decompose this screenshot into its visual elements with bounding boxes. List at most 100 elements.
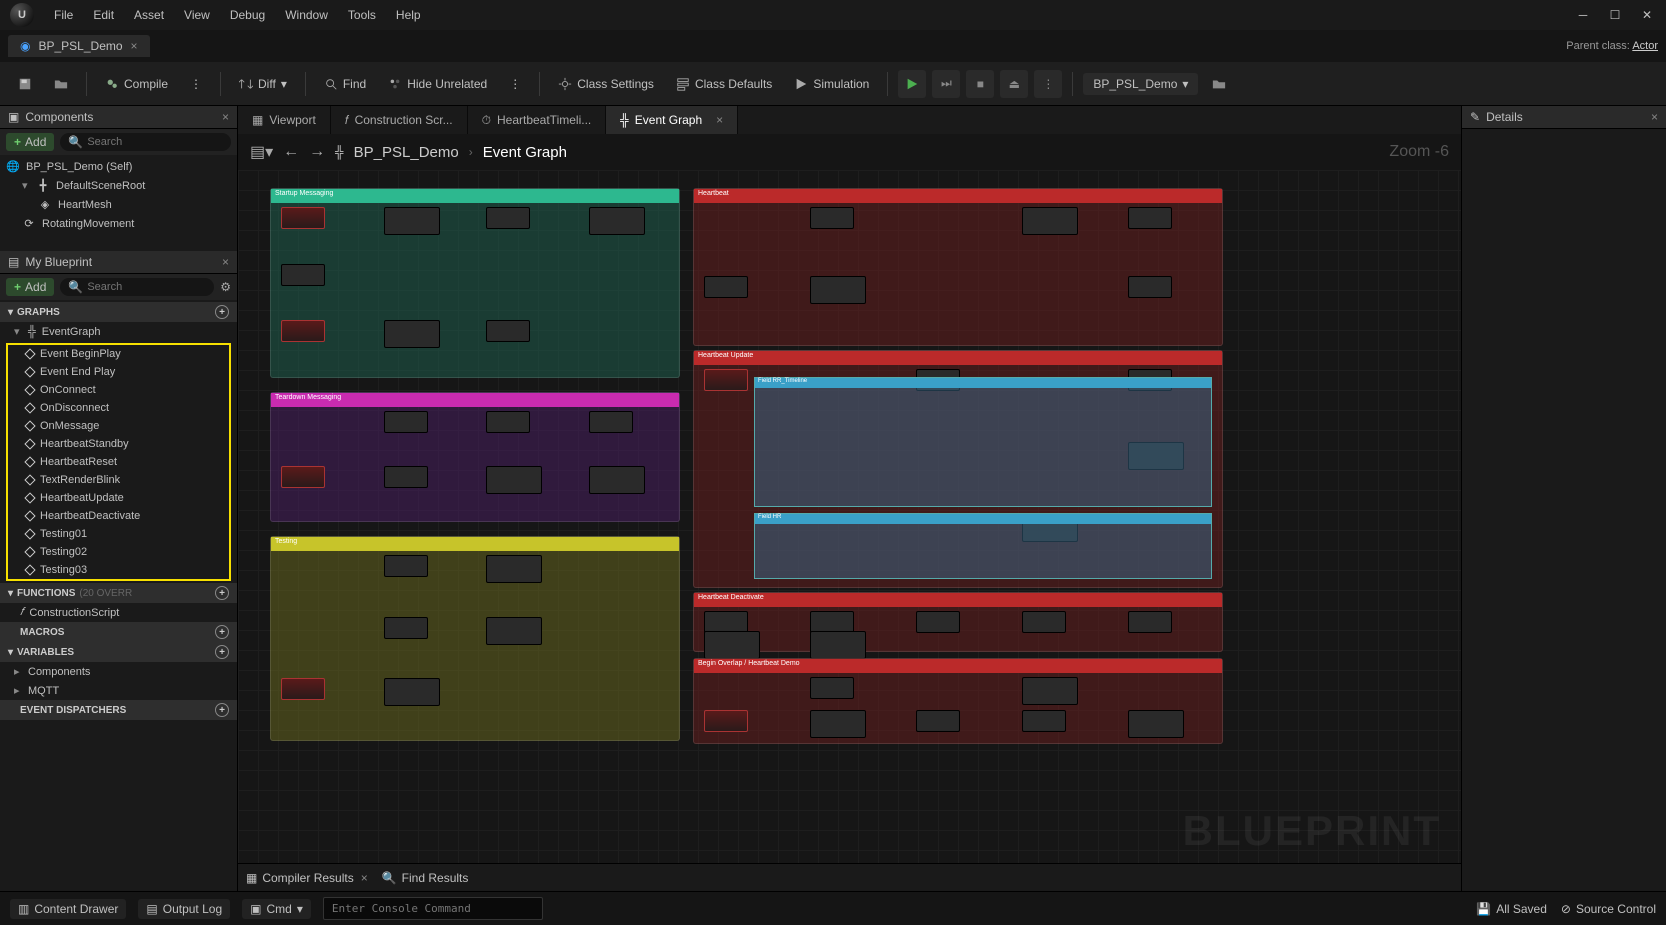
close-icon[interactable]: × [716, 113, 723, 127]
class-settings-button[interactable]: Class Settings [550, 73, 662, 95]
graph-node[interactable] [384, 617, 428, 639]
graph-node[interactable] [384, 466, 428, 488]
components-search[interactable]: 🔍 [60, 133, 231, 151]
comment-box[interactable]: Startup Messaging [270, 188, 680, 378]
compile-button[interactable]: Compile [97, 73, 176, 95]
event-item[interactable]: Event End Play [8, 363, 229, 381]
graph-node[interactable] [384, 555, 428, 577]
event-item[interactable]: HeartbeatUpdate [8, 489, 229, 507]
graph-node[interactable] [916, 710, 960, 732]
graph-node[interactable] [1128, 611, 1172, 633]
graph-node[interactable] [589, 411, 633, 433]
debug-object-dropdown[interactable]: BP_PSL_Demo ▾ [1083, 73, 1198, 95]
cmd-button[interactable]: ▣Cmd ▾ [242, 899, 311, 919]
component-item-heartmesh[interactable]: ◈HeartMesh [0, 195, 237, 214]
save-button[interactable] [10, 73, 40, 95]
breadcrumb-root[interactable]: BP_PSL_Demo [354, 144, 459, 161]
event-item[interactable]: HeartbeatReset [8, 453, 229, 471]
compiler-results-close-button[interactable]: × [361, 871, 368, 885]
center-tab[interactable]: ⏱HeartbeatTimeli... [468, 106, 607, 134]
event-item[interactable]: Testing03 [8, 561, 229, 579]
components-panel-close-button[interactable]: × [222, 110, 229, 124]
parent-class-link[interactable]: Actor [1632, 40, 1658, 52]
play-options-button[interactable]: ⋮ [1034, 70, 1062, 98]
graph-node[interactable] [589, 466, 645, 494]
gear-icon[interactable]: ⚙ [220, 280, 231, 294]
asset-tab[interactable]: ◉ BP_PSL_Demo × [8, 35, 150, 57]
graph-node[interactable] [704, 631, 760, 659]
menu-asset[interactable]: Asset [134, 8, 164, 22]
hide-unrelated-button[interactable]: Hide Unrelated [380, 73, 495, 95]
variables-section-header[interactable]: ▾VARIABLES + [0, 642, 237, 662]
diff-button[interactable]: Diff ▾ [231, 73, 295, 95]
graph-node[interactable] [810, 710, 866, 738]
play-button[interactable] [898, 70, 926, 98]
my-blueprint-add-button[interactable]: +Add [6, 278, 54, 296]
details-panel-close-button[interactable]: × [1651, 110, 1658, 124]
event-graph-item[interactable]: ▾ ╬ EventGraph [0, 322, 237, 341]
graph-node[interactable] [1128, 207, 1172, 229]
graph-node[interactable] [1128, 276, 1172, 298]
menu-tools[interactable]: Tools [348, 8, 376, 22]
menu-file[interactable]: File [54, 8, 73, 22]
add-function-button[interactable]: + [215, 586, 229, 600]
component-item-self[interactable]: 🌐BP_PSL_Demo (Self) [0, 157, 237, 176]
source-control-status[interactable]: ⊘Source Control [1561, 902, 1656, 916]
graph-node[interactable] [1128, 710, 1184, 738]
graph-node[interactable] [486, 617, 542, 645]
event-item[interactable]: Testing01 [8, 525, 229, 543]
macros-section-header[interactable]: MACROS + [0, 622, 237, 642]
graphs-section-header[interactable]: ▾GRAPHS + [0, 302, 237, 322]
my-blueprint-search-input[interactable] [87, 281, 206, 293]
add-dispatcher-button[interactable]: + [215, 703, 229, 717]
components-search-input[interactable] [87, 136, 223, 148]
graph-node[interactable] [281, 320, 325, 342]
graph-node[interactable] [384, 320, 440, 348]
graph-node[interactable] [486, 207, 530, 229]
event-item[interactable]: OnDisconnect [8, 399, 229, 417]
details-panel-tab[interactable]: ✎ Details × [1462, 106, 1666, 129]
event-item[interactable]: TextRenderBlink [8, 471, 229, 489]
compiler-results-tab[interactable]: ▦ Compiler Results × [246, 871, 368, 885]
locate-debug-object-button[interactable] [1204, 73, 1234, 95]
breadcrumb-dropdown-button[interactable]: ▤▾ [250, 142, 273, 162]
graph-node[interactable] [486, 466, 542, 494]
event-dispatchers-section-header[interactable]: EVENT DISPATCHERS + [0, 700, 237, 720]
step-button[interactable]: ⏭ [932, 70, 960, 98]
my-blueprint-search[interactable]: 🔍 [60, 278, 214, 296]
class-defaults-button[interactable]: Class Defaults [668, 73, 780, 95]
comment-box[interactable]: Heartbeat Deactivate [693, 592, 1223, 652]
graph-node[interactable] [281, 264, 325, 286]
all-saved-status[interactable]: 💾All Saved [1476, 902, 1547, 916]
variable-group-mqtt[interactable]: ▸MQTT [0, 681, 237, 700]
compile-options-button[interactable]: ⋮ [182, 73, 210, 95]
menu-help[interactable]: Help [396, 8, 421, 22]
find-results-tab[interactable]: 🔍 Find Results [382, 871, 469, 885]
asset-tab-close-button[interactable]: × [131, 39, 138, 53]
graph-node[interactable] [916, 611, 960, 633]
component-item-scene-root[interactable]: ▾╋DefaultSceneRoot [0, 176, 237, 195]
graph-node[interactable] [1022, 611, 1066, 633]
sub-comment-box[interactable]: Field HR [754, 513, 1212, 579]
graph-node[interactable] [486, 411, 530, 433]
graph-node[interactable] [384, 207, 440, 235]
graph-node[interactable] [281, 207, 325, 229]
graph-node[interactable] [486, 320, 530, 342]
graph-node[interactable] [1022, 207, 1078, 235]
window-close-button[interactable]: ✕ [1638, 6, 1656, 24]
comment-box[interactable]: Teardown Messaging [270, 392, 680, 522]
output-log-button[interactable]: ▤Output Log [138, 899, 230, 919]
graph-node[interactable] [704, 276, 748, 298]
eject-button[interactable]: ⏏ [1000, 70, 1028, 98]
graph-node[interactable] [1022, 710, 1066, 732]
breadcrumb-current[interactable]: Event Graph [483, 144, 567, 161]
comment-box[interactable]: Begin Overlap / Heartbeat Demo [693, 658, 1223, 744]
find-button[interactable]: Find [316, 73, 374, 95]
center-tab[interactable]: ╬Event Graph× [606, 106, 738, 134]
graph-node[interactable] [281, 678, 325, 700]
comment-box[interactable]: Heartbeat UpdateField RR_TimelineField H… [693, 350, 1223, 588]
graph-node[interactable] [810, 677, 854, 699]
console-command-input[interactable] [323, 897, 543, 920]
add-graph-button[interactable]: + [215, 305, 229, 319]
variable-group-components[interactable]: ▸Components [0, 662, 237, 681]
